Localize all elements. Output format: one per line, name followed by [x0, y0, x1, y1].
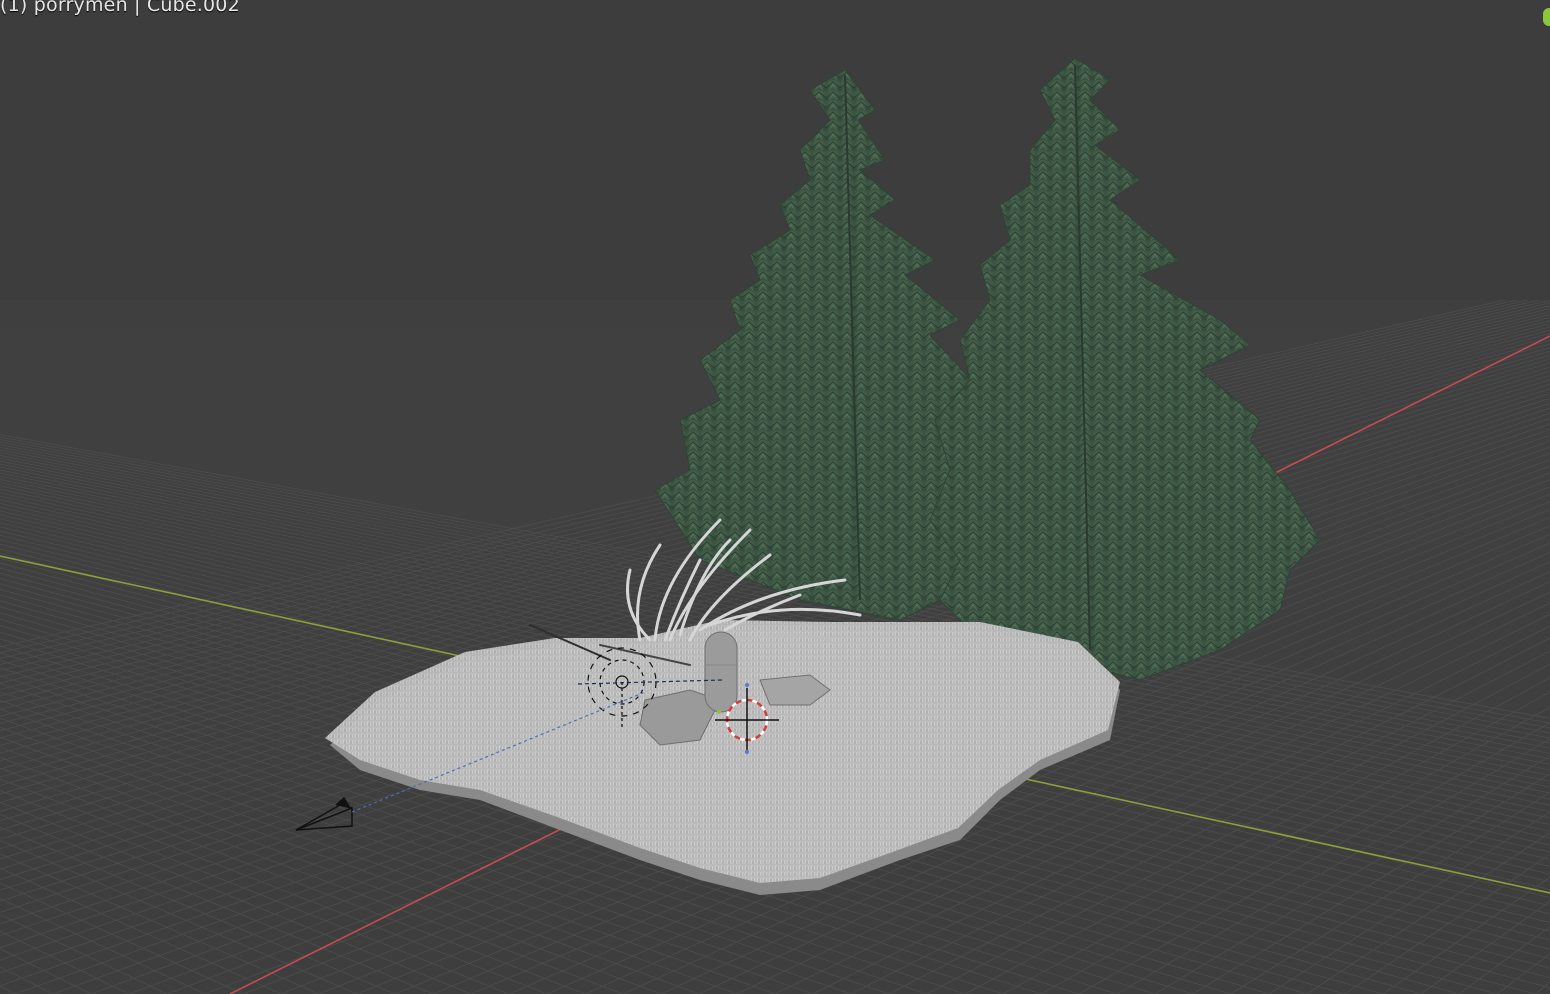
grid-line: [0, 966, 54, 994]
grid-line: [0, 746, 662, 994]
grid-line: [0, 948, 92, 994]
grid-line: [0, 790, 510, 994]
capsule[interactable]: [704, 631, 738, 713]
3d-viewport[interactable]: (1) porrymen | Cube.002: [0, 0, 1550, 994]
grid-line: [0, 717, 776, 994]
viewport-title: (1) porrymen | Cube.002: [0, 0, 240, 16]
navigation-gizmo-icon[interactable]: [1543, 8, 1550, 26]
viewport-canvas[interactable]: [0, 0, 1550, 994]
